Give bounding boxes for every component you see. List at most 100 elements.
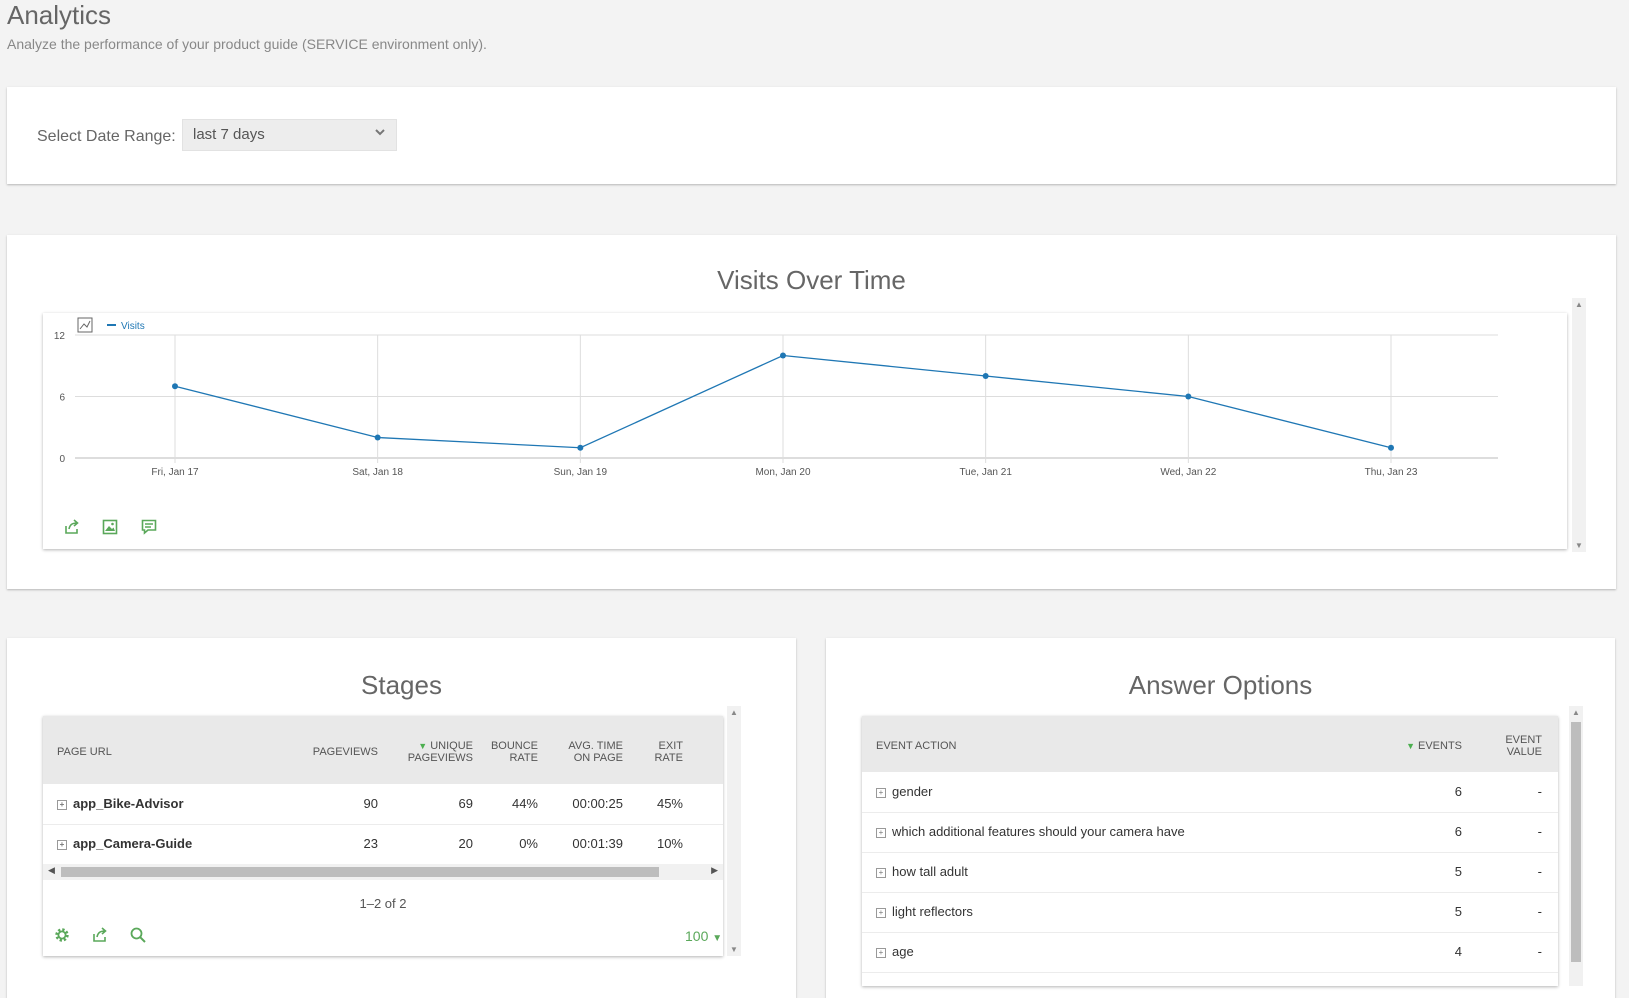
answers-table: EVENT ACTION ▼ EVENTS EVENT VALUE + gender 6…: [862, 716, 1558, 986]
table-row[interactable]: + which additional features should your c…: [862, 812, 1558, 853]
row-events: 6: [1454, 824, 1462, 839]
sort-desc-icon: ▼: [1406, 741, 1415, 751]
page-title: Analytics: [7, 0, 112, 30]
col-avg-time[interactable]: AVG. TIME ON PAGE: [543, 740, 623, 764]
row-event-value: -: [1537, 944, 1542, 959]
sort-desc-icon: ▼: [418, 741, 428, 751]
scroll-up-icon[interactable]: ▲: [727, 708, 741, 717]
export-icon[interactable]: [63, 518, 81, 536]
y-tick-label: 6: [59, 393, 65, 404]
col-unique-pageviews[interactable]: ▼ UNIQUE PAGEVIEWS: [383, 740, 473, 764]
row-exit: 45%: [656, 796, 683, 811]
table-row[interactable]: + gender 6 -: [862, 772, 1558, 813]
visits-card: Visits Over Time 0 6 12 Fri, Jan 17 Sat, Jan…: [7, 235, 1616, 589]
x-tick-label: Mon, Jan 20: [755, 467, 810, 478]
x-tick-label: Tue, Jan 21: [959, 467, 1012, 478]
row-url: app_Bike-Advisor: [73, 796, 184, 811]
col-event-value[interactable]: EVENT VALUE: [1472, 734, 1542, 758]
visits-chart-widget: 0 6 12 Fri, Jan 17 Sat, Jan 18 Sun, Jan 19 Mon…: [43, 313, 1567, 549]
expand-icon[interactable]: +: [876, 828, 886, 838]
data-point: [374, 434, 381, 441]
annotation-icon[interactable]: [140, 518, 158, 536]
expand-icon[interactable]: +: [876, 788, 886, 798]
vscroll-thumb[interactable]: [1571, 722, 1581, 962]
row-time: 00:01:39: [572, 836, 623, 851]
row-event-action: gender: [892, 784, 933, 799]
scroll-left-icon[interactable]: ◀: [48, 865, 55, 876]
visits-chart: 0 6 12 Fri, Jan 17 Sat, Jan 18 Sun, Jan 19 Mon…: [54, 317, 1498, 478]
search-icon[interactable]: [129, 926, 147, 944]
col-event-action[interactable]: EVENT ACTION: [876, 740, 956, 752]
x-tick-label: Sun, Jan 19: [554, 467, 608, 478]
stages-table-header: PAGE URL PAGEVIEWS ▼ UNIQUE PAGEVIEWS BOUN…: [43, 716, 723, 784]
data-point: [780, 352, 786, 359]
image-icon[interactable]: [101, 518, 119, 536]
stages-table: PAGE URL PAGEVIEWS ▼ UNIQUE PAGEVIEWS BOUN…: [43, 716, 723, 956]
data-point: [1388, 444, 1394, 451]
chart-scrollbar[interactable]: ▲ ▼: [1572, 298, 1586, 552]
row-event-value: -: [1537, 784, 1542, 799]
y-tick-label: 0: [59, 454, 65, 465]
row-event-action: age: [892, 944, 914, 959]
date-range-card: Select Date Range: last 7 days: [7, 87, 1616, 184]
row-url: app_Camera-Guide: [73, 836, 193, 851]
row-pageviews: 90: [363, 796, 378, 811]
row-events: 5: [1454, 904, 1462, 919]
date-range-select[interactable]: last 7 days: [182, 119, 397, 151]
scroll-down-icon[interactable]: ▼: [727, 945, 741, 954]
expand-icon[interactable]: +: [876, 908, 886, 918]
y-tick-label: 12: [54, 331, 66, 342]
row-events: 5: [1454, 864, 1462, 879]
page-subtitle: Analyze the performance of your product …: [7, 36, 487, 52]
stages-scrollbar[interactable]: ▲ ▼: [727, 706, 741, 956]
data-point: [172, 383, 178, 390]
stages-title: Stages: [361, 670, 442, 700]
expand-icon[interactable]: +: [57, 800, 67, 810]
row-event-value: -: [1537, 824, 1542, 839]
scroll-up-icon[interactable]: ▲: [1569, 708, 1583, 717]
table-row[interactable]: + age 4 -: [862, 932, 1558, 973]
limit-selector[interactable]: 100 ▼: [685, 928, 722, 944]
data-point: [982, 373, 989, 379]
row-event-action: light reflectors: [892, 904, 973, 919]
row-event-action: which additional features should your ca…: [892, 824, 1185, 839]
chevron-down-icon: [374, 126, 386, 141]
table-row[interactable]: + light reflectors 5 -: [862, 892, 1558, 933]
col-events[interactable]: ▼ EVENTS: [1362, 740, 1462, 752]
x-tick-label: Sat, Jan 18: [352, 467, 403, 478]
date-range-value: last 7 days: [193, 126, 265, 143]
row-event-action: how tall adult: [892, 864, 968, 879]
row-events: 6: [1454, 784, 1462, 799]
table-hscrollbar[interactable]: ◀ ▶: [43, 864, 723, 880]
scroll-right-icon[interactable]: ▶: [711, 865, 718, 876]
col-page-url[interactable]: PAGE URL: [57, 746, 112, 758]
answers-card: Answer Options EVENT ACTION ▼ EVENTS EVEN…: [826, 638, 1615, 998]
row-bounce: 0%: [519, 836, 538, 851]
row-event-value: -: [1537, 904, 1542, 919]
row-exit: 10%: [656, 836, 683, 851]
expand-icon[interactable]: +: [876, 948, 886, 958]
col-bounce-rate[interactable]: BOUNCE RATE: [473, 740, 538, 764]
row-bounce: 44%: [511, 796, 538, 811]
col-exit-rate[interactable]: EXIT RATE: [633, 740, 683, 764]
export-icon[interactable]: [91, 926, 109, 944]
answers-scrollbar[interactable]: ▲: [1569, 706, 1583, 986]
scroll-up-icon[interactable]: ▲: [1572, 300, 1586, 309]
x-tick-label: Fri, Jan 17: [151, 467, 199, 478]
scroll-down-icon[interactable]: ▼: [1572, 541, 1586, 550]
gear-icon[interactable]: [53, 926, 71, 944]
table-row[interactable]: + how tall adult 5 -: [862, 852, 1558, 893]
stages-card: Stages PAGE URL PAGEVIEWS ▼ UNIQUE PAGEVIE…: [7, 638, 796, 998]
row-unique: 20: [458, 836, 473, 851]
expand-icon[interactable]: +: [876, 868, 886, 878]
pagination-info: 1–2 of 2: [359, 896, 407, 911]
row-unique: 69: [458, 796, 473, 811]
expand-icon[interactable]: +: [57, 840, 67, 850]
legend-label: Visits: [121, 321, 145, 332]
hscroll-thumb[interactable]: [61, 867, 659, 877]
table-row[interactable]: + app_Camera-Guide 23 20 0% 00:01:39 10%: [43, 824, 723, 864]
col-pageviews[interactable]: PAGEVIEWS: [293, 746, 378, 758]
answers-title: Answer Options: [1128, 670, 1313, 700]
table-row[interactable]: + app_Bike-Advisor 90 69 44% 00:00:25 45%: [43, 784, 723, 825]
data-point: [577, 444, 584, 451]
